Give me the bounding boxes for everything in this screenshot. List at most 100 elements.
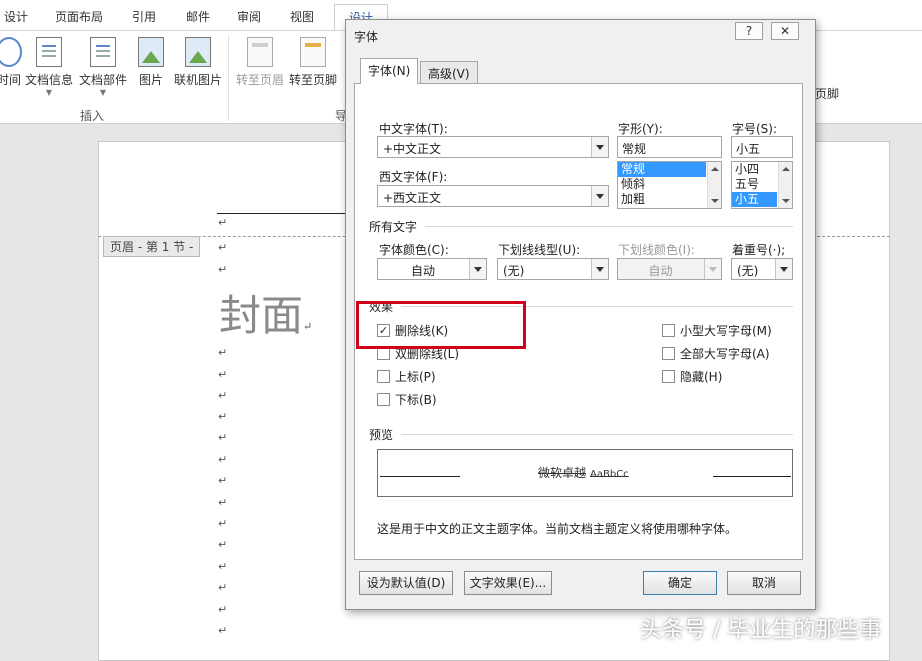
chevron-down-icon [775,259,792,279]
tab-review[interactable]: 审阅 [237,8,261,25]
paragraph-mark: ↵ [218,368,228,381]
set-default-button[interactable]: 设为默认值(D) [359,571,453,595]
group-label-insert: 插入 [80,109,105,123]
paragraph-mark: ↵ [218,560,228,573]
preview-box: 微软卓越 AaBbCc [377,449,793,497]
font-size-input[interactable]: 小五 [731,136,793,158]
cancel-button[interactable]: 取消 [727,571,801,595]
cover-title: 封面↵ [219,291,313,340]
list-item[interactable]: 加粗 [618,192,706,207]
chevron-down-icon: ▼ [45,88,53,97]
ok-button[interactable]: 确定 [643,571,717,595]
list-item[interactable]: 常规 [618,162,706,177]
chevron-down-icon [591,186,608,206]
all-caps-checkbox[interactable] [662,347,675,360]
arrow-up-icon [782,167,790,171]
paragraph-mark: ↵ [218,410,228,423]
subscript-checkbox[interactable] [377,393,390,406]
picture-button[interactable]: 图片 [138,37,164,88]
underline-style-select[interactable]: (无) [497,258,609,280]
arrow-down-icon [711,199,719,203]
preview-heading: 预览 [369,428,394,442]
font-color-label: 字体颜色(C): [379,243,449,257]
paragraph-mark: ↵ [218,474,228,487]
paragraph-mark: ↵ [218,496,228,509]
scrollbar[interactable] [778,162,792,208]
scrollbar[interactable] [707,162,721,208]
tab-view[interactable]: 视图 [290,8,314,25]
footer-icon [300,37,326,67]
all-text-heading: 所有文字 [369,220,418,234]
paragraph-mark: ↵ [218,453,228,466]
western-font-label: 西文字体(F): [379,170,448,184]
tab-font[interactable]: 字体(N) [360,58,419,84]
western-font-select[interactable]: +西文正文 [377,185,609,207]
chevron-down-icon [469,259,486,279]
paragraph-mark: ↵ [218,263,228,276]
list-item[interactable]: 小五 [732,192,777,207]
subscript-label[interactable]: 下标(B) [395,391,437,408]
arrow-up-icon [711,167,719,171]
tab-page-layout[interactable]: 页面布局 [55,8,103,25]
help-button[interactable]: ? [735,22,763,40]
hidden-checkbox[interactable] [662,370,675,383]
emphasis-mark-select[interactable]: (无) [731,258,793,280]
chevron-down-icon: ▼ [99,88,107,97]
font-style-label: 字形(Y): [618,122,663,136]
doc-info-button[interactable]: 文档信息 ▼ [25,37,73,97]
chevron-down-icon [591,259,608,279]
goto-header-button[interactable]: 转至页眉 [236,37,284,88]
preview-sample: 微软卓越 AaBbCc [538,466,629,480]
chevron-down-icon [704,259,721,279]
doc-parts-button[interactable]: 文档部件 ▼ [79,37,127,97]
small-caps-label[interactable]: 小型大写字母(M) [680,322,772,339]
online-picture-icon [185,37,211,67]
online-picture-button[interactable]: 联机图片 [174,37,222,88]
chevron-down-icon [591,137,608,157]
arrow-down-icon [782,199,790,203]
paragraph-mark: ↵ [218,624,228,637]
underline-color-label: 下划线颜色(I): [618,243,695,257]
underline-color-select[interactable]: 自动 [617,258,722,280]
document-parts-icon [90,37,116,67]
superscript-label[interactable]: 上标(P) [395,368,436,385]
close-button[interactable]: ✕ [771,22,799,40]
preview-baseline-left [380,476,460,477]
tab-advanced[interactable]: 高级(V) [420,61,478,83]
font-style-list[interactable]: 常规 倾斜 加粗 [617,161,722,209]
tab-design-main[interactable]: 设计 [4,8,28,25]
font-size-list[interactable]: 小四 五号 小五 [731,161,793,209]
chinese-font-select[interactable]: +中文正文 [377,136,609,158]
paragraph-mark: ↵ [218,581,228,594]
tab-mailings[interactable]: 邮件 [186,8,210,25]
font-style-input[interactable]: 常规 [617,136,722,158]
superscript-checkbox[interactable] [377,370,390,383]
paragraph-mark: ↵ [218,431,228,444]
paragraph-mark: ↵ [218,603,228,616]
clock-icon [0,37,22,67]
paragraph-mark: ↵ [218,389,228,402]
all-caps-label[interactable]: 全部大写字母(A) [680,345,770,362]
list-item[interactable]: 倾斜 [618,177,706,192]
small-caps-checkbox[interactable] [662,324,675,337]
paragraph-mark: ↵ [218,346,228,359]
footer-button[interactable]: 页脚 [815,85,839,102]
hidden-label[interactable]: 隐藏(H) [680,368,722,385]
emphasis-mark-label: 着重号(·); [732,243,786,257]
goto-footer-button[interactable]: 转至页脚 [289,37,337,88]
preview-description: 这是用于中文的正文主题字体。当前文档主题定义将使用哪种字体。 [377,522,738,536]
time-button[interactable]: 时间 [0,37,22,88]
annotation-highlight-box [356,301,526,349]
document-info-icon [36,37,62,67]
list-item[interactable]: 五号 [732,177,777,192]
font-color-select[interactable]: 自动 [377,258,487,280]
header-icon [247,37,273,67]
list-item[interactable]: 小四 [732,162,777,177]
text-effects-button[interactable]: 文字效果(E)... [464,571,552,595]
ribbon-separator [228,35,229,121]
tab-references[interactable]: 引用 [132,8,156,25]
paragraph-mark: ↵ [218,241,228,254]
picture-icon [138,37,164,67]
section-divider [425,226,793,227]
font-size-label: 字号(S): [732,122,778,136]
